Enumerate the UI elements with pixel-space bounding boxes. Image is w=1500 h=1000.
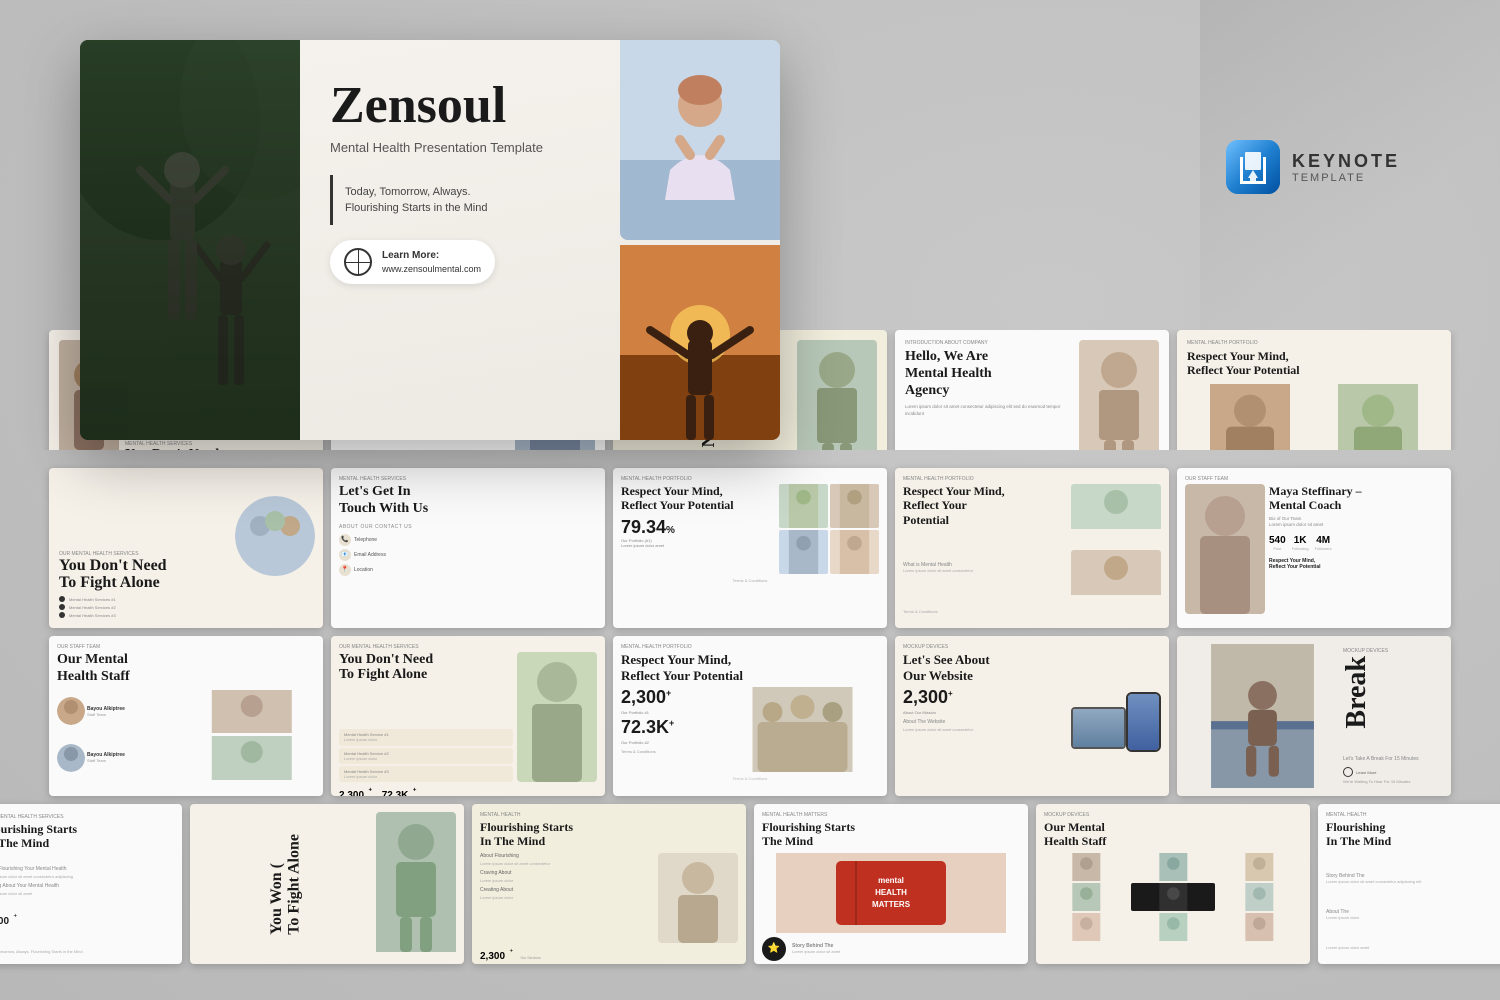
hero-learn-more: Learn More: www.zensoulmental.com	[330, 240, 495, 284]
slide-staff-maya[interactable]: Our Staff Team Maya Steffinary –Mental C…	[1177, 468, 1451, 628]
hero-meditation-photo	[620, 40, 780, 240]
svg-text:MATTERS: MATTERS	[872, 900, 911, 909]
slide-portfolio-respect[interactable]: Mental Health Portfolio Respect Your Min…	[613, 636, 887, 796]
slide-respect-mind-2[interactable]: Mental Health Portfolio Respect Your Min…	[895, 468, 1169, 628]
keynote-subtitle: TEMPLATE	[1292, 172, 1400, 184]
slide-flourishing-1[interactable]: Our Mental Health Services Flourishing S…	[0, 804, 182, 964]
globe-icon	[344, 248, 372, 276]
hero-tagline: Today, Tomorrow, Always. Flourishing Sta…	[330, 175, 610, 225]
hero-subtitle: Mental Health Presentation Template	[330, 140, 610, 155]
slide-fight-alone-large[interactable]: Our Mental Health Services You Don't Nee…	[49, 468, 323, 628]
slide-you-won[interactable]: You Won (To Fight Alone	[190, 804, 464, 964]
keynote-text-block: KEYNOTE TEMPLATE	[1292, 151, 1400, 184]
hero-learn-text: Learn More: www.zensoulmental.com	[382, 249, 481, 276]
slide-staff-team[interactable]: Our Staff Team Our MentalHealth Staff Ba…	[49, 636, 323, 796]
slide-hello-agency[interactable]: Introduction About Company Hello, We Are…	[895, 330, 1169, 450]
slides-row-2: Our Staff Team Our MentalHealth Staff Ba…	[0, 636, 1500, 796]
hero-sunset-photo	[620, 245, 780, 440]
slide-website-mockup[interactable]: Mockup Devices Let's See AboutOur Websit…	[895, 636, 1169, 796]
slide-flourishing-right[interactable]: Mental Health FlourishingIn The Mind Sto…	[1318, 804, 1500, 964]
keynote-icon	[1226, 140, 1280, 194]
slides-row-3: Our Mental Health Services Flourishing S…	[0, 804, 1500, 964]
slides-row-1: Our Mental Health Services You Don't Nee…	[0, 468, 1500, 628]
hero-content-area: Zensoul Mental Health Presentation Templ…	[300, 40, 640, 440]
slide-break[interactable]: Mockup Devices Break Let's Take A Break …	[1177, 636, 1451, 796]
hero-tagline-text: Today, Tomorrow, Always. Flourishing Sta…	[345, 184, 487, 217]
slide-respect-mind-top[interactable]: Mental Health Portfolio Respect Your Min…	[1177, 330, 1451, 450]
svg-text:HEALTH: HEALTH	[875, 888, 907, 897]
hero-title: Zensoul	[330, 80, 610, 132]
hero-slide: Zensoul Mental Health Presentation Templ…	[80, 40, 780, 440]
slide-fight-alone-stats[interactable]: Our Mental Health Services You Don't Nee…	[331, 636, 605, 796]
slide-flourishing-2[interactable]: Mental Health Flourishing StartsIn The M…	[472, 804, 746, 964]
svg-text:mental: mental	[878, 876, 904, 885]
slide-staff-grid[interactable]: Mockup Devices Our MentalHealth Staff	[1036, 804, 1310, 964]
keynote-title: KEYNOTE	[1292, 151, 1400, 172]
keynote-badge: KEYNOTE TEMPLATE	[1226, 140, 1400, 194]
slide-contact[interactable]: Mental Health Services Let's Get InTouch…	[331, 468, 605, 628]
slide-respect-stats[interactable]: Mental Health Portfolio Respect Your Min…	[613, 468, 887, 628]
slide-flourishing-the-mind[interactable]: Mental Health Matters Flourishing Starts…	[754, 804, 1028, 964]
